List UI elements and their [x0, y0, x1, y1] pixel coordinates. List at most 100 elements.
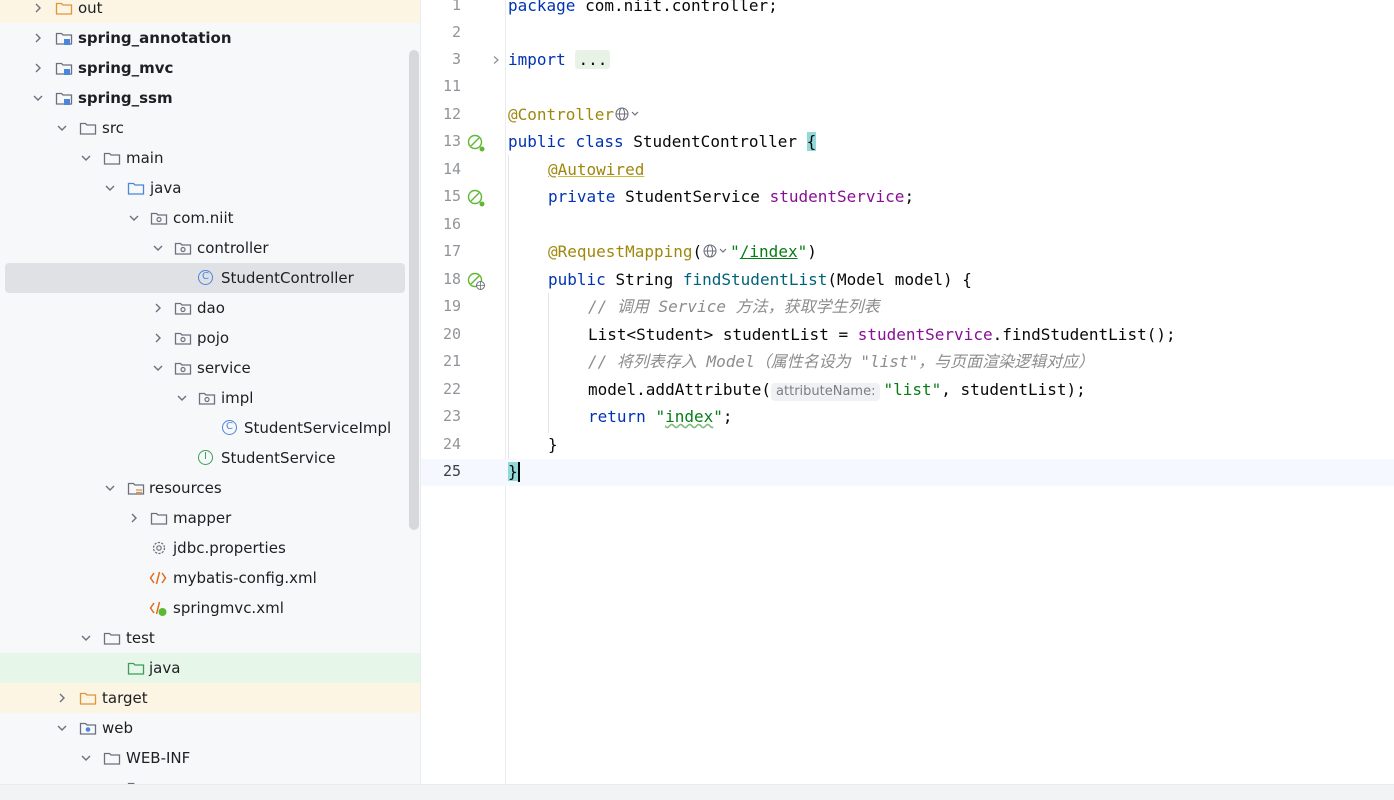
- tree-item-label: java: [150, 179, 182, 197]
- tree-item-target[interactable]: target: [0, 683, 420, 713]
- folded-imports[interactable]: ...: [575, 50, 611, 69]
- tree-item-dao[interactable]: dao: [0, 293, 420, 323]
- chevron-down-icon[interactable]: [103, 481, 117, 495]
- tree-item-label: mybatis-config.xml: [173, 569, 317, 587]
- java-class-icon: C: [198, 270, 213, 285]
- code-editor[interactable]: 1 package com.niit.controller; 2 3 impor…: [421, 0, 1394, 784]
- tree-item-out[interactable]: out: [0, 0, 420, 23]
- globe-dropdown-icon[interactable]: [614, 106, 642, 122]
- tree-item-main[interactable]: main: [0, 143, 420, 173]
- tree-item-mybatis-config[interactable]: mybatis-config.xml: [0, 563, 420, 593]
- tree-item-label: web: [102, 719, 134, 737]
- tree-item-java-test[interactable]: java: [0, 653, 420, 683]
- tree-item-student-service-impl[interactable]: C StudentServiceImpl: [0, 413, 420, 443]
- chevron-right-icon[interactable]: [31, 31, 45, 45]
- tree-item-spring-ssm[interactable]: spring_ssm: [0, 83, 420, 113]
- code-line[interactable]: 17 @RequestMapping("/index"): [421, 239, 1394, 266]
- chevron-right-icon[interactable]: [151, 331, 165, 345]
- chevron-down-icon[interactable]: [151, 241, 165, 255]
- chevron-down-icon[interactable]: [103, 181, 117, 195]
- chevron-right-icon[interactable]: [151, 301, 165, 315]
- folder-icon: [150, 512, 168, 525]
- code-line[interactable]: 18 public String findStudentList(Model m…: [421, 267, 1394, 294]
- code-line[interactable]: 15 private StudentService studentService…: [421, 184, 1394, 211]
- tree-item-resources[interactable]: resources: [0, 473, 420, 503]
- tree-item-pojo[interactable]: pojo: [0, 323, 420, 353]
- tree-item-label: spring_mvc: [78, 59, 174, 77]
- code-line[interactable]: 14 @Autowired: [421, 157, 1394, 184]
- tree-scrollbar[interactable]: [409, 50, 419, 530]
- chevron-right-icon[interactable]: [31, 61, 45, 75]
- tree-item-test[interactable]: test: [0, 623, 420, 653]
- tree-item-student-service[interactable]: I StudentService: [0, 443, 420, 473]
- tree-item-spring-mvc[interactable]: spring_mvc: [0, 53, 420, 83]
- tree-item-partial[interactable]: [0, 773, 420, 784]
- code-line[interactable]: 13 public class StudentController {: [421, 129, 1394, 156]
- code-line[interactable]: 19 // 调用 Service 方法，获取学生列表: [421, 294, 1394, 321]
- web-folder-icon: [79, 722, 97, 735]
- tree-item-jdbc-properties[interactable]: jdbc.properties: [0, 533, 420, 563]
- module-folder-icon: [55, 62, 73, 75]
- tree-item-spring-annotation[interactable]: spring_annotation: [0, 23, 420, 53]
- tree-item-web[interactable]: web: [0, 713, 420, 743]
- tree-item-label: mapper: [173, 509, 232, 527]
- chevron-down-icon[interactable]: [79, 631, 93, 645]
- package-icon: [150, 212, 168, 225]
- request-mapping-icon[interactable]: [467, 272, 485, 290]
- tree-item-mapper[interactable]: mapper: [0, 503, 420, 533]
- tree-item-label: java: [149, 659, 181, 677]
- tree-item-label: main: [126, 149, 164, 167]
- code-line[interactable]: 1 package com.niit.controller;: [421, 0, 1394, 20]
- chevron-down-icon[interactable]: [175, 391, 189, 405]
- chevron-down-icon[interactable]: [151, 361, 165, 375]
- tree-item-com-niit[interactable]: com.niit: [0, 203, 420, 233]
- code-line[interactable]: 24 }: [421, 432, 1394, 459]
- code-text: package com.niit.controller;: [508, 0, 778, 15]
- url-link[interactable]: /index: [740, 242, 798, 261]
- line-number: 12: [442, 105, 461, 123]
- code-line[interactable]: 2: [421, 20, 1394, 47]
- globe-dropdown-icon[interactable]: [702, 243, 730, 259]
- resources-folder-icon: [127, 482, 145, 495]
- code-line-current[interactable]: 25 }: [421, 459, 1394, 486]
- code-line[interactable]: 3 import ...: [421, 47, 1394, 74]
- code-line[interactable]: 11: [421, 74, 1394, 101]
- spring-bean-icon[interactable]: [467, 134, 485, 152]
- tree-item-src[interactable]: src: [0, 113, 420, 143]
- chevron-down-icon[interactable]: [127, 211, 141, 225]
- code-line[interactable]: 21 // 将列表存入 Model（属性名设为 "list"，与页面渲染逻辑对应…: [421, 349, 1394, 376]
- chevron-down-icon[interactable]: [55, 721, 69, 735]
- tree-item-springmvc-xml[interactable]: springmvc.xml: [0, 593, 420, 623]
- chevron-right-icon[interactable]: [55, 691, 69, 705]
- tree-item-impl[interactable]: impl: [0, 383, 420, 413]
- line-number: 20: [442, 325, 461, 343]
- tree-item-label: jdbc.properties: [173, 539, 286, 557]
- code-line[interactable]: 23 return "index";: [421, 404, 1394, 431]
- tree-item-controller[interactable]: controller: [0, 233, 420, 263]
- folder-icon: [55, 2, 73, 15]
- fold-expand-icon[interactable]: [491, 55, 501, 65]
- tree-item-label: spring_annotation: [78, 29, 232, 47]
- tree-item-student-controller[interactable]: C StudentController: [5, 263, 405, 293]
- tree-item-label: com.niit: [173, 209, 234, 227]
- tree-item-java-main[interactable]: java: [0, 173, 420, 203]
- code-line[interactable]: 20 List<Student> studentList = studentSe…: [421, 322, 1394, 349]
- line-number: 17: [442, 242, 461, 260]
- code-line[interactable]: 22 model.addAttribute(attributeName: "lis…: [421, 377, 1394, 404]
- tree-item-service[interactable]: service: [0, 353, 420, 383]
- folder-icon: [103, 632, 121, 645]
- line-number: 21: [442, 352, 461, 370]
- tree-item-label: target: [102, 689, 148, 707]
- code-line[interactable]: 16: [421, 212, 1394, 239]
- chevron-down-icon[interactable]: [79, 151, 93, 165]
- spring-bean-icon[interactable]: [467, 189, 485, 207]
- chevron-down-icon[interactable]: [79, 751, 93, 765]
- package-icon: [174, 242, 192, 255]
- chevron-right-icon[interactable]: [31, 1, 45, 15]
- code-line[interactable]: 12 @Controller: [421, 102, 1394, 129]
- tree-item-web-inf[interactable]: WEB-INF: [0, 743, 420, 773]
- chevron-down-icon[interactable]: [31, 91, 45, 105]
- chevron-down-icon[interactable]: [55, 121, 69, 135]
- line-number: 2: [451, 23, 461, 41]
- chevron-right-icon[interactable]: [127, 511, 141, 525]
